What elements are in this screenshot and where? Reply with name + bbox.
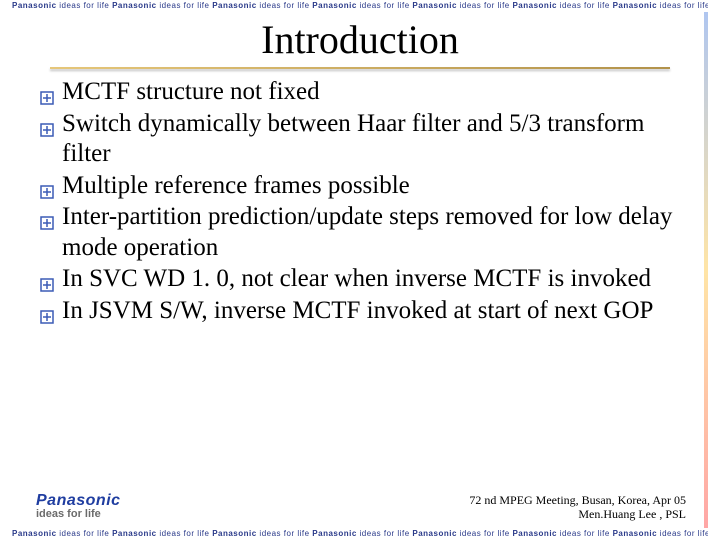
- bullet-list: MCTF structure not fixed Switch dynamica…: [40, 77, 680, 326]
- list-item-text: Switch dynamically between Haar filter a…: [62, 110, 644, 168]
- list-item-text: Multiple reference frames possible: [62, 172, 410, 199]
- list-item-text: In JSVM S/W, inverse MCTF invoked at sta…: [62, 297, 653, 324]
- list-item: In SVC WD 1. 0, not clear when inverse M…: [40, 264, 680, 295]
- slide: Panasonic ideas for life Panasonic ideas…: [0, 0, 720, 540]
- title-underline: [50, 67, 670, 69]
- footer: 72 nd MPEG Meeting, Busan, Korea, Apr 05…: [469, 494, 686, 522]
- footer-line2: Men.Huang Lee , PSL: [469, 508, 686, 522]
- list-item-text: In SVC WD 1. 0, not clear when inverse M…: [62, 265, 651, 292]
- border-bottom: Panasonic ideas for life Panasonic ideas…: [12, 528, 708, 540]
- right-gradient: [704, 12, 708, 528]
- border-top: Panasonic ideas for life Panasonic ideas…: [12, 0, 708, 12]
- content-area: Introduction MCTF structure not fixed Sw…: [30, 16, 690, 494]
- logo-block: Panasonic ideas for life: [36, 492, 121, 520]
- list-item: Inter-partition prediction/update steps …: [40, 202, 680, 263]
- slide-title: Introduction: [30, 16, 690, 63]
- list-item-text: MCTF structure not fixed: [62, 78, 320, 105]
- bullet-icon: [40, 208, 54, 239]
- footer-line1: 72 nd MPEG Meeting, Busan, Korea, Apr 05: [469, 494, 686, 508]
- list-item: MCTF structure not fixed: [40, 77, 680, 108]
- list-item: Switch dynamically between Haar filter a…: [40, 109, 680, 170]
- list-item-text: Inter-partition prediction/update steps …: [62, 203, 672, 261]
- bullet-icon: [40, 302, 54, 333]
- list-item: Multiple reference frames possible: [40, 171, 680, 202]
- bullet-icon: [40, 115, 54, 146]
- list-item: In JSVM S/W, inverse MCTF invoked at sta…: [40, 296, 680, 327]
